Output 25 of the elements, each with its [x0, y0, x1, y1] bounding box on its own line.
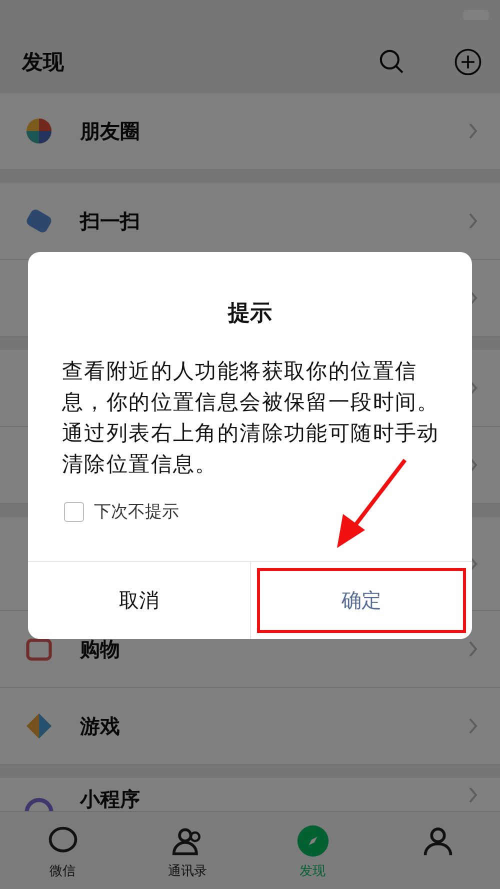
add-icon	[454, 48, 482, 76]
dialog-title: 提示	[226, 300, 273, 328]
row-label: 小程序	[80, 786, 140, 811]
dialog-message: 查看附近的人功能将获取你的位置信息，你的位置信息会被保留一段时间。通过列表右上角的清除功能可随时手动清除位置信息。	[62, 358, 440, 478]
chevron-icon	[468, 640, 478, 658]
color-wheel-icon	[24, 116, 54, 146]
list-row[interactable]: 游戏	[0, 688, 500, 765]
checkbox-label: 下次不提示	[94, 501, 179, 523]
row-label: 扫一扫	[80, 208, 140, 234]
page-title: 发现	[22, 48, 64, 76]
tab[interactable]: 通讯录	[125, 812, 250, 889]
checkbox[interactable]	[64, 502, 84, 522]
cancel-button[interactable]: 取消	[28, 562, 250, 639]
chevron-icon	[468, 786, 478, 804]
compass-icon	[296, 824, 330, 858]
diamond-icon	[24, 711, 54, 741]
arc-icon	[24, 798, 54, 811]
row-label: 朋友圈	[80, 118, 140, 144]
search-icon	[378, 48, 406, 76]
tab[interactable]: 微信	[0, 812, 125, 889]
list-row[interactable]: 朋友圈	[0, 93, 500, 170]
chevron-icon	[468, 717, 478, 735]
chevron-icon	[468, 212, 478, 230]
row-label: 游戏	[80, 712, 120, 740]
chevron-icon	[468, 122, 478, 140]
